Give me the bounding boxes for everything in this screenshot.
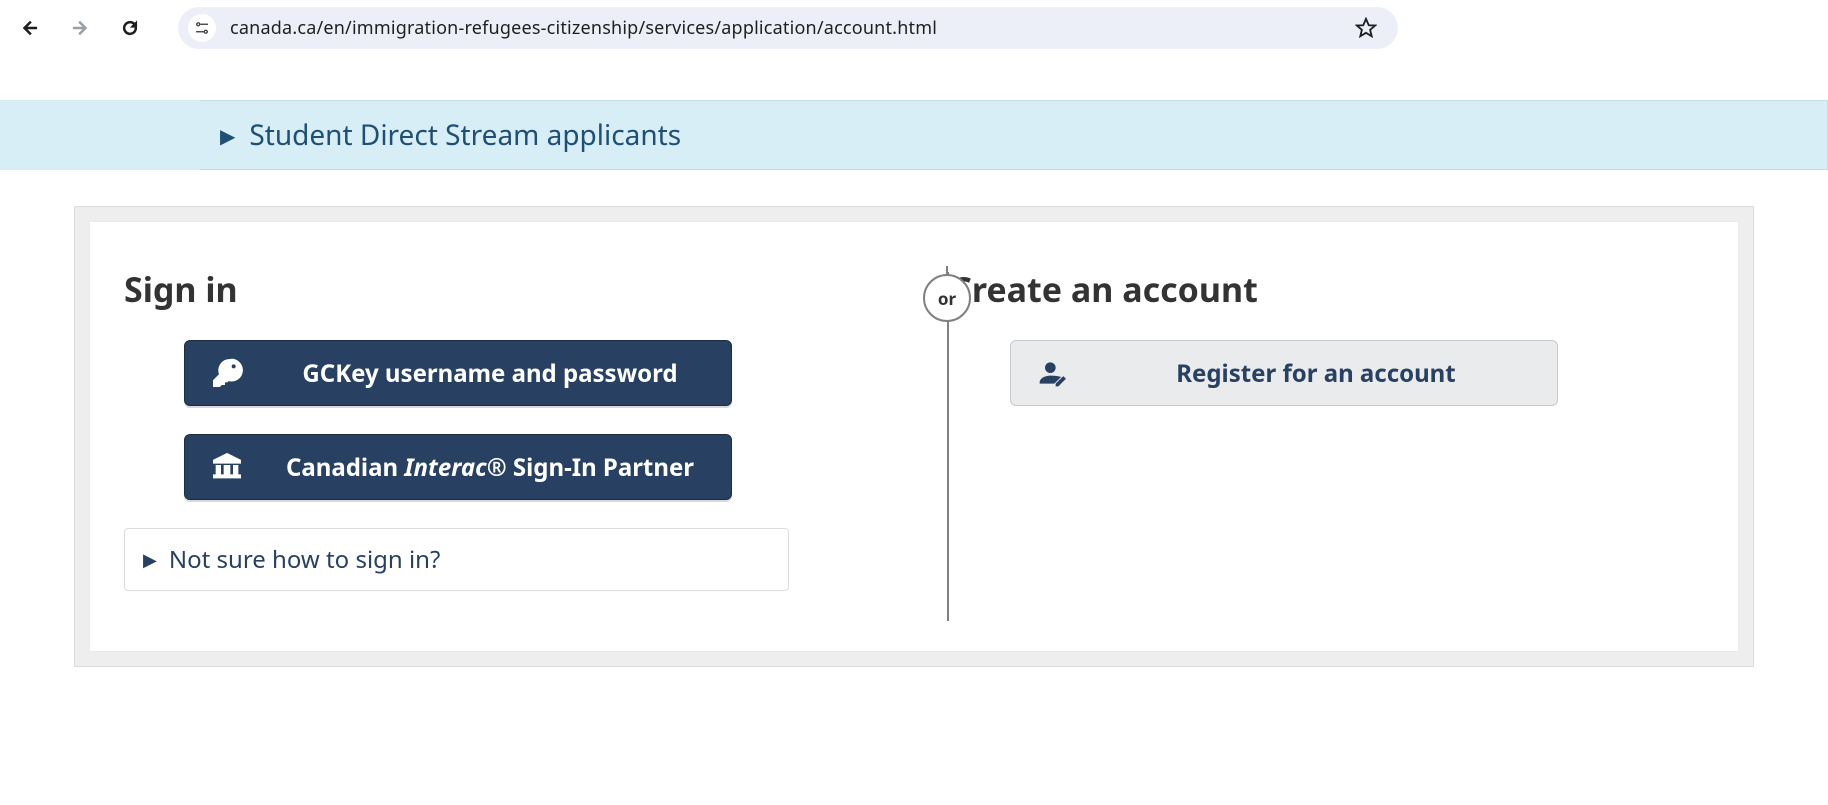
create-account-column: Create an account Register for an accoun… — [872, 266, 1698, 591]
sign-in-help-label: Not sure how to sign in? — [169, 543, 441, 576]
register-account-label: Register for an account — [1099, 357, 1533, 390]
browser-forward-button[interactable] — [60, 8, 100, 48]
or-separator: or — [923, 274, 971, 322]
reload-icon — [120, 18, 140, 38]
gckey-button-label: GCKey username and password — [273, 357, 707, 390]
triangle-right-icon: ▶ — [220, 122, 235, 149]
column-divider — [947, 272, 949, 621]
browser-address-bar[interactable]: canada.ca/en/immigration-refugees-citize… — [178, 7, 1398, 49]
student-direct-stream-expander[interactable]: ▶ Student Direct Stream applicants — [200, 100, 1828, 170]
browser-url-text: canada.ca/en/immigration-refugees-citize… — [230, 16, 1338, 40]
gckey-sign-in-button[interactable]: GCKey username and password — [184, 340, 732, 406]
browser-reload-button[interactable] — [110, 8, 150, 48]
auth-section: Sign in GCKey username and password Cana… — [74, 206, 1754, 667]
browser-back-button[interactable] — [10, 8, 50, 48]
register-account-button[interactable]: Register for an account — [1010, 340, 1558, 406]
create-account-heading: Create an account — [950, 266, 1658, 312]
key-icon — [209, 357, 245, 389]
star-icon — [1355, 17, 1377, 39]
tune-icon — [193, 19, 211, 37]
interac-button-label: Canadian Interac® Sign-In Partner — [273, 451, 707, 484]
student-direct-stream-label: Student Direct Stream applicants — [249, 116, 681, 154]
sign-in-help-expander[interactable]: ▶ Not sure how to sign in? — [124, 528, 789, 591]
arrow-right-icon — [70, 18, 90, 38]
arrow-left-icon — [20, 18, 40, 38]
site-settings-chip[interactable] — [188, 14, 216, 42]
bookmark-button[interactable] — [1352, 14, 1380, 42]
interac-sign-in-button[interactable]: Canadian Interac® Sign-In Partner — [184, 434, 732, 500]
bank-icon — [209, 451, 245, 483]
sign-in-column: Sign in GCKey username and password Cana… — [124, 266, 872, 591]
sign-in-heading: Sign in — [124, 266, 832, 312]
user-edit-icon — [1035, 357, 1071, 389]
info-banner: ▶ Student Direct Stream applicants — [0, 100, 1828, 170]
triangle-right-icon: ▶ — [143, 548, 157, 572]
browser-toolbar: canada.ca/en/immigration-refugees-citize… — [0, 0, 1828, 56]
